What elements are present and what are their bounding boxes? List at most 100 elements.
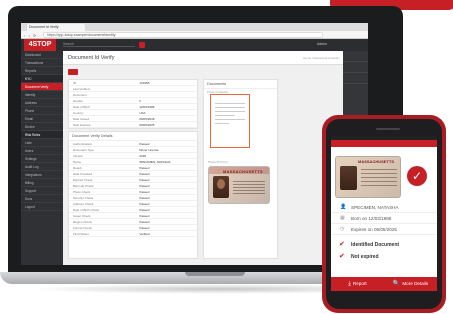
phone-speaker — [376, 128, 400, 130]
sidebar-item[interactable]: KYC — [21, 75, 63, 83]
logo[interactable]: 4STOP — [24, 39, 56, 51]
verify-key: Barcode Check — [73, 184, 94, 188]
verify-value: Passed — [139, 208, 150, 212]
person-icon: 👤 — [340, 204, 347, 210]
search-icon: 🔍 — [392, 281, 401, 287]
details-value — [139, 92, 197, 97]
details-key: Date of Birth — [73, 105, 90, 109]
verified-check-icon: ✓ — [407, 166, 427, 186]
sidebar-item[interactable]: Users — [21, 147, 63, 155]
sidebar-item[interactable]: Billing — [21, 179, 63, 187]
more-details-button[interactable]: 🔍 More Details — [384, 277, 437, 291]
nav-arrows-icon[interactable]: ‹ › ⟳ — [24, 33, 37, 38]
details-value: 06/05/2025 — [139, 123, 155, 127]
sidebar-item[interactable]: Transactions — [21, 59, 63, 67]
check-not-expired-text: Not expired — [351, 254, 379, 260]
documents-card: Documents Proof of Identity Photo ID Fro… — [203, 79, 278, 259]
sidebar-item[interactable]: Risk Rules — [21, 131, 63, 139]
verify-value: Passed — [139, 220, 150, 224]
sidebar-item[interactable]: Reports — [21, 67, 63, 75]
details-key: Country — [73, 111, 84, 115]
documents-title: Documents — [204, 80, 277, 89]
verify-key: Region Check — [73, 220, 92, 224]
phone-screen: MASSACHUSETTS ✓ 👤 SPECIMEN, NATASHA ▦ Bo… — [331, 136, 437, 291]
name-row: 👤 SPECIMEN, NATASHA — [331, 202, 437, 213]
clock-icon: ◷ — [340, 226, 345, 232]
check-not-expired: ✔ Not expired — [331, 251, 437, 263]
verify-key: Issuer Check — [73, 214, 91, 218]
laptop-notch — [185, 272, 245, 276]
verify-key: Date of Birth Check — [73, 208, 100, 212]
title-bar: Document Id Verify Home / Document Id Ve… — [63, 51, 343, 65]
verify-row: Final Status Verified — [69, 231, 197, 237]
details-value: 06/05/2018 — [139, 117, 155, 121]
url-input[interactable]: https://app.4stop.example/document/ident… — [43, 32, 323, 38]
sidebar-item[interactable]: Device — [21, 123, 63, 131]
details-key: Last Verified — [73, 87, 90, 91]
born-text: Born on 12/03/1986 — [351, 216, 392, 221]
verify-key: Name — [73, 160, 82, 164]
sidebar-item[interactable]: Document Verify — [21, 83, 63, 91]
verify-value: Passed — [139, 166, 150, 170]
details-key: Document — [73, 93, 87, 97]
product-mockup: Document Id Verify ‹ › ⟳ https://app.4st… — [0, 0, 453, 314]
user-menu[interactable]: Admin — [317, 42, 327, 46]
breadcrumb: Home / Document Id Verify — [303, 56, 339, 60]
name-text: SPECIMEN, NATASHA — [351, 205, 399, 210]
phone-info: 👤 SPECIMEN, NATASHA ▦ Born on 12/03/1986… — [331, 202, 437, 263]
sidebar-item[interactable]: Lists — [21, 139, 63, 147]
document-page-thumbnail[interactable] — [210, 94, 250, 148]
right-panel-item[interactable] — [343, 65, 368, 73]
sidebar-item[interactable]: Audit Log — [21, 163, 63, 171]
details-value — [139, 86, 197, 91]
sidebar-item[interactable]: Address — [21, 99, 63, 107]
sidebar-item[interactable]: Settings — [21, 155, 63, 163]
verify-value: Passed — [139, 226, 150, 230]
browser-address-bar: ‹ › ⟳ https://app.4stop.example/document… — [21, 31, 368, 39]
phone-id-card-image[interactable]: MASSACHUSETTS — [335, 156, 401, 198]
verify-key: Address Check — [73, 202, 94, 206]
right-panel-item[interactable] — [343, 54, 368, 62]
sidebar-item[interactable]: Docs — [21, 195, 63, 203]
check-icon: ✔ — [339, 253, 345, 260]
verify-card-title: Document Verify Details — [69, 132, 197, 141]
id-card-image[interactable]: MASSACHUSETTS — [208, 166, 270, 204]
browser-tab[interactable]: Document Id Verify — [27, 24, 85, 31]
verify-value: Passed — [139, 184, 150, 188]
report-label: Report — [352, 281, 367, 286]
laptop-screen: Document Id Verify ‹ › ⟳ https://app.4st… — [21, 23, 368, 265]
main-content: Document Id Verify Home / Document Id Ve… — [63, 51, 343, 265]
sidebar: Dashboard Transactions Reports KYC Document … — [21, 51, 63, 265]
verify-value: SPECIMEN, NATASHA — [139, 160, 171, 164]
sidebar-item[interactable]: Identity — [21, 91, 63, 99]
details-value: 12/03/1986 — [139, 105, 155, 109]
verify-key: Authentication — [73, 142, 93, 146]
phone-top-bar — [331, 140, 437, 147]
verify-key: Photo Check — [73, 190, 91, 194]
verify-value: 2018 — [139, 154, 147, 158]
phone: MASSACHUSETTS ✓ 👤 SPECIMEN, NATASHA ▦ Bo… — [322, 115, 446, 313]
sidebar-item[interactable]: Integrations — [21, 171, 63, 179]
check-identified-text: Identified Document — [351, 242, 400, 248]
report-button[interactable]: ⤓ Report — [331, 277, 384, 291]
right-panel-item[interactable] — [343, 76, 368, 84]
sidebar-item[interactable]: Logout — [21, 203, 63, 211]
verify-value: Passed — [139, 172, 150, 176]
expires-text: Expires on 06/05/2025 — [351, 227, 397, 232]
sidebar-item[interactable]: Support — [21, 187, 63, 195]
details-key: ID — [73, 81, 76, 85]
id-sub: Photo ID Front — [208, 160, 228, 164]
search-button[interactable] — [139, 42, 145, 48]
search-input[interactable]: Search — [63, 42, 135, 47]
born-row: ▦ Born on 12/03/1986 — [331, 213, 437, 224]
sidebar-item[interactable]: Email — [21, 115, 63, 123]
verify-key: Security Check — [73, 196, 94, 200]
check-icon: ✔ — [339, 241, 345, 248]
sidebar-item[interactable]: Phone — [21, 107, 63, 115]
sidebar-item[interactable]: Dashboard — [21, 51, 63, 59]
details-row: Date Expired 06/05/2025 — [69, 122, 197, 128]
page-title: Document Id Verify — [68, 55, 115, 61]
check-identified: ✔ Identified Document — [331, 239, 437, 251]
back-button[interactable] — [68, 69, 78, 75]
verify-value: Passed — [139, 202, 150, 206]
